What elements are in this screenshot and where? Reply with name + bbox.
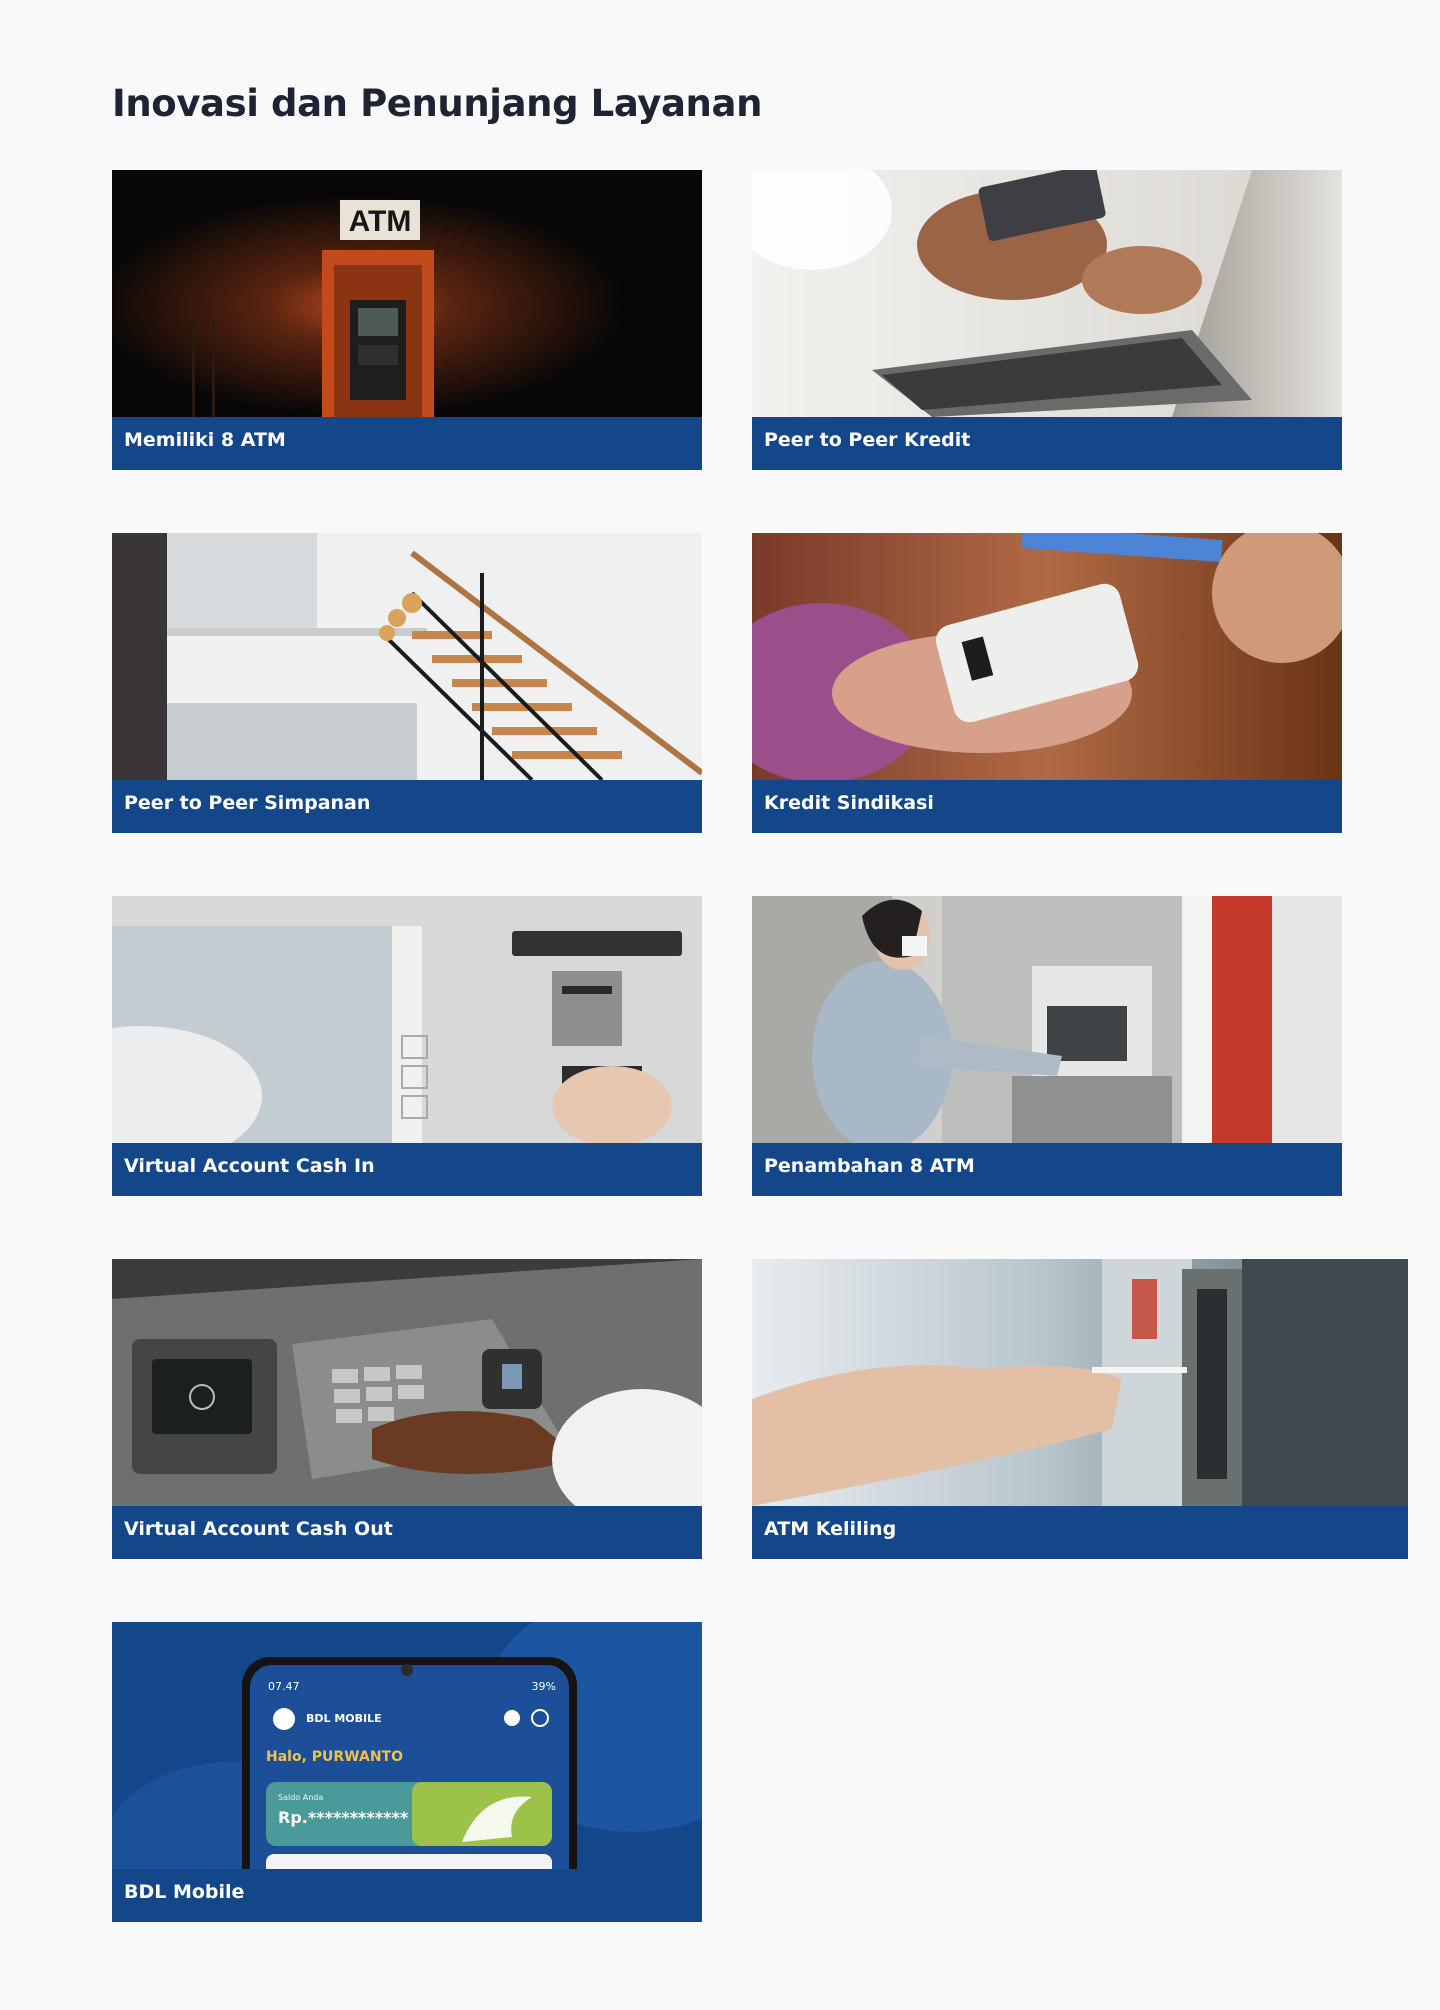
- card-peer-to-peer-kredit[interactable]: Peer to Peer Kredit: [752, 170, 1342, 470]
- card-terminal-payment-image: [752, 533, 1342, 780]
- phone-greeting: Halo, PURWANTO: [266, 1749, 403, 1765]
- card-virtual-account-cash-in[interactable]: Virtual Account Cash In: [112, 896, 702, 1196]
- phone-status-time: 07.47: [268, 1680, 300, 1693]
- atm-keypad-image: [112, 1259, 702, 1506]
- phone-balance-value: Rp.************: [278, 1808, 409, 1827]
- phone-status-battery: 39%: [532, 1680, 556, 1693]
- card-memiliki-8-atm[interactable]: ATM Memiliki 8 ATM: [112, 170, 702, 470]
- card-label: Penambahan 8 ATM: [752, 1143, 1342, 1196]
- card-label: Peer to Peer Simpanan: [112, 780, 702, 833]
- phone-app-name: BDL MOBILE: [306, 1712, 382, 1725]
- card-kredit-sindikasi[interactable]: Kredit Sindikasi: [752, 533, 1342, 833]
- card-insert-atm-image: [752, 1259, 1408, 1506]
- card-label: Kredit Sindikasi: [752, 780, 1342, 833]
- card-peer-to-peer-simpanan[interactable]: Peer to Peer Simpanan: [112, 533, 702, 833]
- card-label: Virtual Account Cash In: [112, 1143, 702, 1196]
- woman-using-atm-image: [752, 896, 1342, 1143]
- card-label: ATM Keliling: [752, 1506, 1408, 1559]
- section-title: Inovasi dan Penunjang Layanan: [112, 82, 763, 125]
- staircase-interior-image: [112, 533, 702, 780]
- card-penambahan-8-atm[interactable]: Penambahan 8 ATM: [752, 896, 1342, 1196]
- card-label: Memiliki 8 ATM: [112, 417, 702, 470]
- atm-card-slot-image: [112, 896, 702, 1143]
- phone-balance-label: Saldo Anda: [278, 1793, 323, 1802]
- card-atm-keliling[interactable]: ATM Keliling: [752, 1259, 1408, 1559]
- card-label: BDL Mobile: [112, 1869, 702, 1922]
- bdl-mobile-app-image: 07.47 39% BDL MOBILE Halo, PURWANTO Sald…: [112, 1622, 702, 1869]
- card-label: Peer to Peer Kredit: [752, 417, 1342, 470]
- card-bdl-mobile[interactable]: 07.47 39% BDL MOBILE Halo, PURWANTO Sald…: [112, 1622, 702, 1922]
- atm-sign-text: ATM: [349, 205, 412, 238]
- page: Inovasi dan Penunjang Layanan ATM Memili…: [0, 0, 1440, 2010]
- card-virtual-account-cash-out[interactable]: Virtual Account Cash Out: [112, 1259, 702, 1559]
- card-label: Virtual Account Cash Out: [112, 1506, 702, 1559]
- atm-at-night-image: ATM: [112, 170, 702, 417]
- card-payment-laptop-image: [752, 170, 1342, 417]
